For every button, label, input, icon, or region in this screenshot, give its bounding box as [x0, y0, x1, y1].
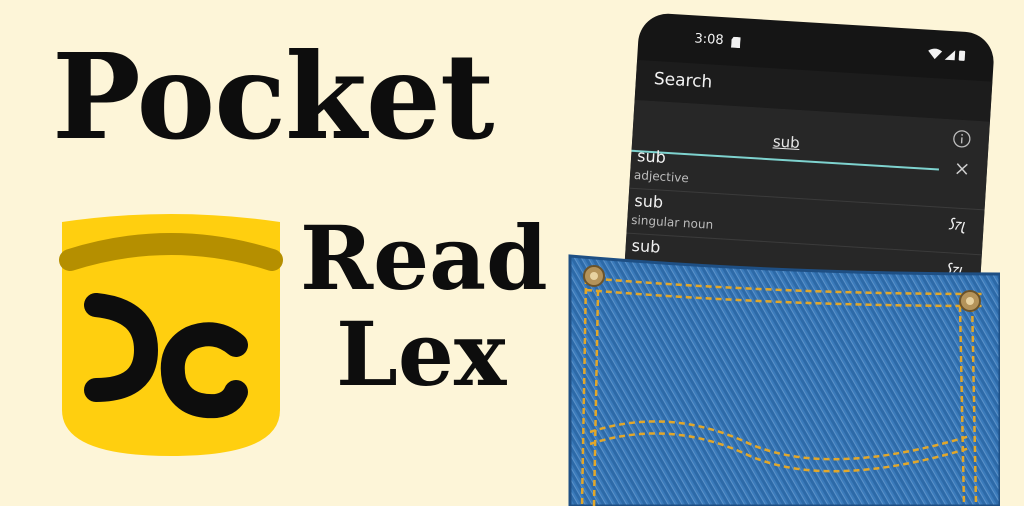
app-title-read: Read: [300, 206, 548, 310]
signal-icon: [944, 50, 956, 61]
wifi-icon: [928, 48, 943, 60]
result-shavian: 𐑕𐑳𐑚: [947, 215, 967, 235]
result-word: sub: [633, 191, 664, 212]
result-part-of-speech: singular noun: [630, 212, 714, 232]
readlex-logo: [59, 214, 283, 456]
result-word: sub: [636, 146, 667, 167]
battery-icon: [958, 50, 966, 61]
status-time: 3:08: [694, 31, 725, 49]
result-part-of-speech: adjective: [633, 167, 690, 186]
app-title-lex: Lex: [336, 302, 507, 406]
jeans-pocket-illustration: [568, 254, 1000, 506]
system-status-icons: [928, 48, 966, 61]
sd-card-icon: [730, 36, 741, 49]
info-icon[interactable]: [952, 129, 971, 148]
app-title-pocket: Pocket: [52, 27, 494, 166]
screen-title: Search: [653, 68, 713, 93]
